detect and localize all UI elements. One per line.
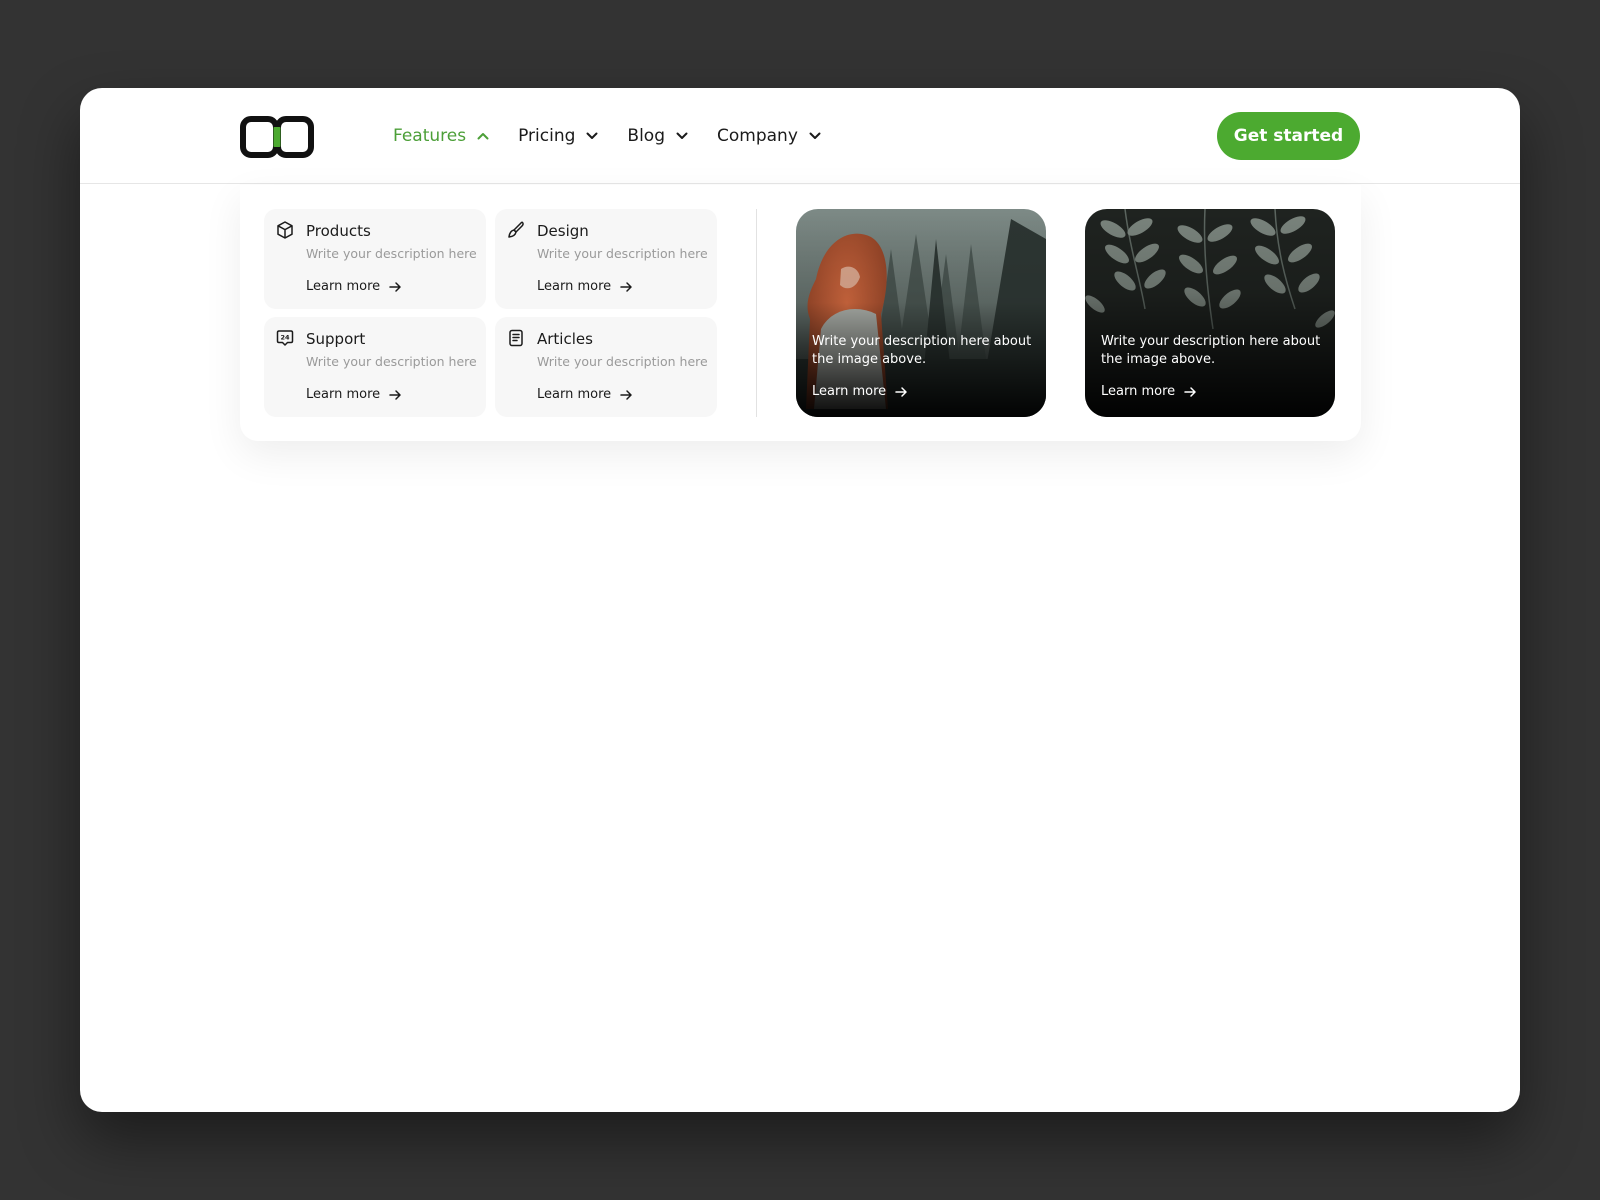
menu-card-products[interactable]: Products Write your description here Lea… [264, 209, 486, 309]
learn-more-link[interactable]: Learn more [812, 384, 908, 399]
learn-more-label: Learn more [812, 384, 887, 399]
chevron-down-icon [676, 132, 688, 139]
nav-item-label: Pricing [518, 126, 576, 146]
nav-item-label: Features [393, 126, 467, 146]
learn-more-label: Learn more [537, 387, 612, 402]
arrow-right-icon [389, 281, 401, 292]
menu-card-articles[interactable]: Articles Write your description here Lea… [495, 317, 717, 417]
menu-card-title: Articles [537, 330, 593, 348]
menu-card-description: Write your description here [537, 246, 708, 261]
menu-card-title: Support [306, 330, 366, 348]
learn-more-link[interactable]: Learn more [537, 279, 633, 294]
features-cards-grid: Products Write your description here Lea… [264, 209, 717, 417]
learn-more-link[interactable]: Learn more [306, 387, 402, 402]
nav-item-features[interactable]: Features [393, 126, 490, 146]
menu-card-description: Write your description here [537, 354, 708, 369]
nav-item-company[interactable]: Company [717, 126, 822, 146]
chevron-down-icon [586, 132, 598, 139]
image-card-description: Write your description here about the im… [812, 334, 1032, 367]
logo[interactable] [240, 116, 314, 158]
nav-item-blog[interactable]: Blog [627, 126, 689, 146]
navbar: Features Pricing Blog Company Get starte… [80, 88, 1520, 184]
learn-more-label: Learn more [537, 279, 612, 294]
support-24-icon: 24 [276, 330, 294, 346]
menu-card-title: Design [537, 222, 589, 240]
learn-more-link[interactable]: Learn more [1101, 384, 1197, 399]
document-icon [509, 329, 523, 347]
svg-text:24: 24 [280, 334, 290, 342]
menu-card-description: Write your description here [306, 354, 477, 369]
image-card-forest[interactable]: Write your description here about the im… [796, 209, 1046, 417]
browser-window: Features Pricing Blog Company Get starte… [80, 88, 1520, 1112]
arrow-right-icon [895, 386, 907, 397]
learn-more-link[interactable]: Learn more [537, 387, 633, 402]
learn-more-link[interactable]: Learn more [306, 279, 402, 294]
cube-icon [277, 221, 293, 239]
image-card-description: Write your description here about the im… [1101, 334, 1321, 367]
nav-item-pricing[interactable]: Pricing [518, 126, 599, 146]
arrow-right-icon [620, 281, 632, 292]
chevron-down-icon [809, 132, 821, 139]
menu-card-support[interactable]: 24 Support Write your description here L… [264, 317, 486, 417]
brush-icon [508, 221, 524, 238]
menu-card-title: Products [306, 222, 371, 240]
menu-card-design[interactable]: Design Write your description here Learn… [495, 209, 717, 309]
image-card-leaves[interactable]: Write your description here about the im… [1085, 209, 1335, 417]
menu-card-description: Write your description here [306, 246, 477, 261]
arrow-right-icon [1184, 386, 1196, 397]
nav-item-label: Company [717, 126, 798, 146]
nav-item-label: Blog [627, 126, 665, 146]
features-dropdown: Products Write your description here Lea… [240, 185, 1361, 441]
nav-links: Features Pricing Blog Company [393, 122, 850, 150]
learn-more-label: Learn more [1101, 384, 1176, 399]
arrow-right-icon [389, 389, 401, 400]
learn-more-label: Learn more [306, 387, 381, 402]
get-started-button[interactable]: Get started [1217, 112, 1360, 160]
arrow-right-icon [620, 389, 632, 400]
dropdown-divider [756, 209, 757, 417]
chevron-up-icon [477, 133, 489, 140]
learn-more-label: Learn more [306, 279, 381, 294]
